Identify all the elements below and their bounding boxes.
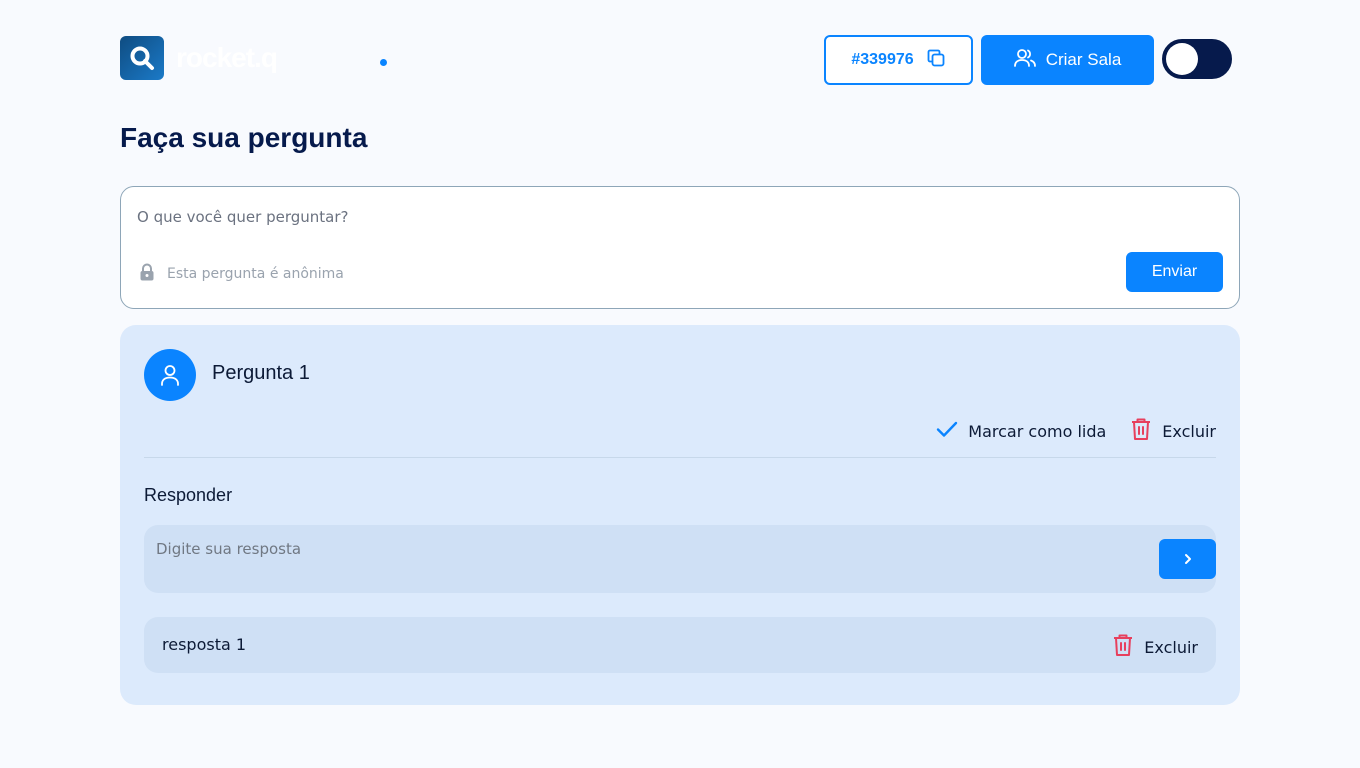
answer-row: resposta 1 Excluir xyxy=(144,617,1216,673)
toggle-knob xyxy=(1166,43,1198,75)
check-icon xyxy=(936,420,958,442)
reply-box xyxy=(144,525,1216,593)
lock-icon xyxy=(139,263,155,285)
theme-toggle[interactable] xyxy=(1162,39,1232,79)
logo-badge-icon xyxy=(120,36,164,80)
question-input[interactable] xyxy=(137,203,1117,231)
reply-label: Responder xyxy=(144,485,233,505)
create-room-button[interactable]: Criar Sala xyxy=(981,35,1154,85)
send-question-button[interactable]: Enviar xyxy=(1126,252,1223,292)
avatar xyxy=(144,349,196,401)
header: rocket.q #339976 Criar Sala xyxy=(120,35,1240,85)
delete-question-label: Excluir xyxy=(1162,421,1216,441)
ask-question-form: Esta pergunta é anônima Enviar xyxy=(120,186,1240,309)
delete-answer-label: Excluir xyxy=(1144,637,1198,657)
anonymous-note-text: Esta pergunta é anônima xyxy=(167,266,344,282)
delete-question-button[interactable]: Excluir xyxy=(1130,417,1216,445)
users-icon xyxy=(1013,48,1036,73)
copy-icon xyxy=(926,48,946,73)
trash-icon xyxy=(1130,417,1152,445)
user-icon xyxy=(161,365,179,386)
page-title: Faça sua pergunta xyxy=(120,122,368,153)
send-reply-button[interactable] xyxy=(1159,539,1216,579)
room-code-button[interactable]: #339976 xyxy=(824,35,973,85)
question-title: Pergunta 1 xyxy=(212,362,310,384)
delete-answer-button[interactable]: Excluir xyxy=(1112,633,1198,661)
room-code-text: #339976 xyxy=(851,51,914,68)
question-card: Pergunta 1 Marcar como lida Excluir Resp… xyxy=(120,325,1240,705)
chevron-right-icon xyxy=(1184,554,1191,564)
create-room-label: Criar Sala xyxy=(1045,50,1122,69)
logo[interactable]: rocket.q xyxy=(120,36,278,80)
logo-text: rocket.q xyxy=(176,42,278,73)
trash-icon xyxy=(1112,633,1134,661)
reply-input[interactable] xyxy=(156,537,1116,561)
divider xyxy=(144,457,1216,458)
question-actions: Marcar como lida Excluir xyxy=(936,417,1216,445)
logo-dot xyxy=(380,59,387,66)
mark-read-label: Marcar como lida xyxy=(968,421,1107,441)
anonymous-note: Esta pergunta é anônima xyxy=(139,263,344,285)
mark-read-button[interactable]: Marcar como lida xyxy=(936,420,1106,442)
answer-text: resposta 1 xyxy=(162,635,247,654)
